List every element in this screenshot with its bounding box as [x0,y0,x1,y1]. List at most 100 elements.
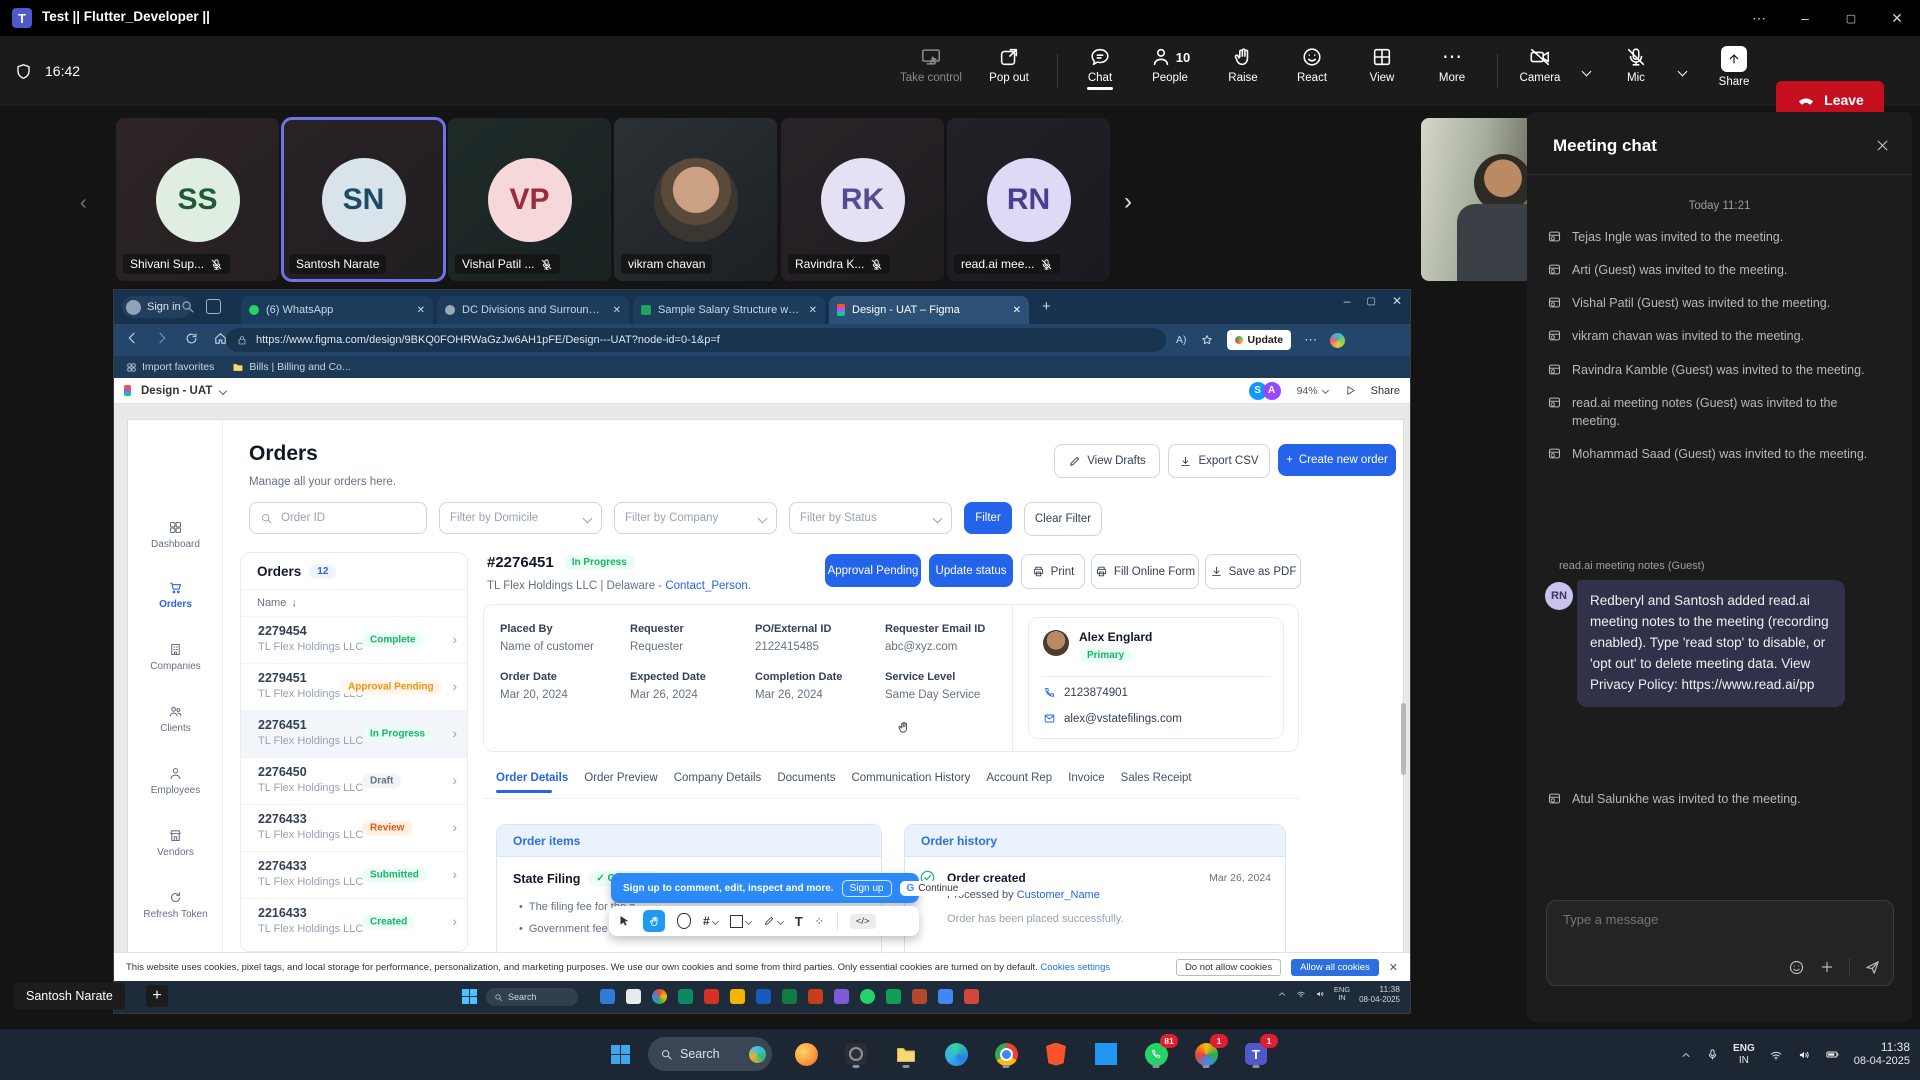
components-tool-icon[interactable]: ⁘ [815,915,825,928]
pop-out-button[interactable]: Pop out [977,46,1041,84]
sidebar-item-companies[interactable]: Companies [128,642,223,672]
import-favorites-button[interactable]: Import favorites [126,361,214,373]
tab-invoice[interactable]: Invoice [1068,772,1104,784]
collaborator-avatar[interactable]: A [1263,382,1281,400]
shared-search-box[interactable]: Search [486,988,578,1006]
read-aloud-icon[interactable]: A) [1176,334,1187,346]
tab-close-icon[interactable]: ✕ [613,305,621,316]
sidebar-item-orders[interactable]: Orders [128,580,223,610]
chat-close-icon[interactable] [1875,138,1890,153]
window-minimize-button[interactable]: – [1782,0,1828,36]
figma-share-button[interactable]: Share [1371,385,1400,397]
address-bar[interactable]: https://www.figma.com/design/9BKQ0FOHRWa… [226,328,1166,352]
tray-mic-icon[interactable] [1706,1048,1719,1061]
cookie-close-icon[interactable]: ✕ [1389,961,1398,974]
tab-company-details[interactable]: Company Details [674,772,762,784]
taskbar-search-box[interactable]: Search [648,1037,772,1071]
taskbar-vscode-icon[interactable] [1090,1038,1122,1070]
figma-file-name[interactable]: Design - UAT [141,385,212,397]
order-row[interactable]: 2276433TL Flex Holdings LLC Submitted› [241,851,467,898]
present-icon[interactable] [1344,384,1357,397]
tab-order-preview[interactable]: Order Preview [584,772,658,784]
tab-communication-history[interactable]: Communication History [851,772,970,784]
react-button[interactable]: React [1280,46,1344,84]
tab-documents[interactable]: Documents [777,772,835,784]
raise-button[interactable]: Raise [1211,46,1275,84]
contact-phone[interactable]: 2123874901 [1064,687,1128,699]
tab-close-icon[interactable]: ✕ [809,305,817,316]
customer-name-link[interactable]: Customer_Name [1017,889,1100,901]
mic-button[interactable]: Mic [1604,46,1668,84]
sidebar-item-employees[interactable]: Employees [128,766,223,796]
taskbar-edge-icon[interactable] [940,1038,972,1070]
filter-company-select[interactable]: Filter by Company [614,502,777,534]
share-button[interactable]: Share [1702,46,1766,88]
column-name[interactable]: Name [257,597,286,609]
tab-sales-receipt[interactable]: Sales Receipt [1121,772,1192,784]
tray-wifi-icon[interactable] [1769,1048,1783,1062]
order-row-selected[interactable]: 2276451TL Flex Holdings LLC In Progress› [241,710,467,757]
back-icon[interactable] [124,330,140,346]
mic-options-chevron[interactable] [1679,62,1686,80]
shared-tray-caret[interactable] [1277,989,1287,999]
video-tile-active-speaker[interactable]: SN Santosh Narate [282,118,445,281]
favorite-bills-folder[interactable]: Bills | Billing and Co... [232,361,350,373]
video-tile[interactable]: vikram chavan [614,118,777,281]
people-button[interactable]: 10 People [1138,46,1202,84]
shared-taskbar-apps[interactable] [600,989,979,1004]
camera-button[interactable]: Camera [1508,46,1572,84]
cookie-settings-link[interactable]: Cookies settings [1040,962,1110,973]
create-new-order-button[interactable]: +Create new order [1278,444,1396,476]
browser-tab-active[interactable]: Design - UAT – Figma✕ [829,296,1029,324]
browser-close[interactable]: ✕ [1392,294,1402,308]
window-close-button[interactable]: ✕ [1874,0,1920,36]
order-row[interactable]: 2279451TL Flex Holdings LLC Approval Pen… [241,663,467,710]
video-tile[interactable]: RK Ravindra K... [781,118,944,281]
presenter-expand-button[interactable]: + [146,985,168,1007]
dev-mode-toggle[interactable]: </> [850,914,876,929]
save-as-pdf-button[interactable]: Save as PDF [1205,554,1301,589]
filter-domicile-select[interactable]: Filter by Domicile [439,502,602,534]
window-more-button[interactable]: ⋯ [1736,0,1782,36]
sidebar-item-clients[interactable]: Clients [128,704,223,734]
approval-pending-button[interactable]: Approval Pending [825,554,921,587]
attach-plus-icon[interactable] [1819,959,1835,975]
browser-tab[interactable]: (6) WhatsApp✕ [241,296,433,324]
taskbar-explorer-icon[interactable] [890,1038,922,1070]
deny-cookies-button[interactable]: Do not allow cookies [1176,959,1281,976]
chat-button[interactable]: Chat [1068,46,1132,90]
tray-battery-icon[interactable] [1825,1047,1840,1062]
taskbar-chrome-profile-icon[interactable]: 1 [1190,1038,1222,1070]
contact-person-link[interactable]: Contact_Person. [665,580,751,592]
order-row[interactable]: 2216433TL Flex Holdings LLC Created› [241,898,467,945]
tab-order-details[interactable]: Order Details [496,772,568,784]
new-tab-button[interactable]: + [1042,298,1051,315]
video-tile[interactable]: RN read.ai mee... [947,118,1110,281]
taskbar-whatsapp-icon[interactable]: 81 [1140,1038,1172,1070]
sidebar-item-vendors[interactable]: Vendors [128,828,223,858]
view-button[interactable]: View [1350,46,1414,84]
camera-options-chevron[interactable] [1583,62,1590,80]
emoji-icon[interactable] [1788,959,1805,976]
chat-input-box[interactable] [1546,900,1894,986]
taskbar-teams-icon[interactable]: T 1 [1240,1038,1272,1070]
view-drafts-button[interactable]: View Drafts [1054,444,1160,478]
pen-tool-icon[interactable] [763,915,783,927]
move-tool-icon[interactable] [617,914,631,928]
start-button[interactable] [604,1038,636,1070]
hand-tool-icon-active[interactable] [643,910,665,932]
shape-tool-icon[interactable] [677,913,691,929]
tray-volume-icon[interactable] [1797,1048,1811,1062]
sort-icon[interactable]: ↓ [291,597,297,609]
fill-online-form-button[interactable]: Fill Online Form [1091,554,1199,589]
text-tool-icon[interactable]: T [795,914,803,929]
favorite-star-icon[interactable] [1200,333,1214,347]
update-status-button[interactable]: Update status [929,554,1013,587]
sidebar-item-refresh-token[interactable]: Refresh Token [128,890,223,920]
banner-continue-google-button[interactable]: GContinue [900,881,966,896]
tray-caret-icon[interactable] [1680,1049,1692,1061]
clear-filter-button[interactable]: Clear Filter [1024,502,1102,536]
tab-close-icon[interactable]: ✕ [1013,305,1021,316]
order-row[interactable]: 2276450TL Flex Holdings LLC Draft› [241,757,467,804]
export-csv-button[interactable]: Export CSV [1168,444,1270,478]
